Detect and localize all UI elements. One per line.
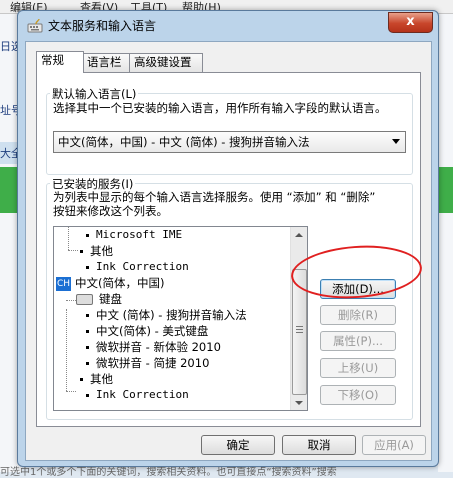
- tree-connector: [66, 391, 76, 392]
- grip-icon: [296, 332, 303, 333]
- tree-connector: [68, 250, 78, 251]
- keyboard-icon: [76, 294, 93, 305]
- move-up-button[interactable]: 上移(U): [320, 358, 396, 378]
- installed-services-tree[interactable]: Microsoft IME 其他 Ink Correction CH 中文(简体，…: [53, 226, 308, 411]
- tree-connector: [66, 309, 67, 391]
- title-bar[interactable]: 文本服务和输入语言 x: [18, 11, 438, 41]
- background-green-bar: [438, 167, 453, 213]
- default-language-description: 选择其中一个已安装的输入语言，用作所有输入字段的默认语言。: [53, 101, 387, 115]
- tree-item[interactable]: 中文 (简体) - 搜狗拼音输入法: [86, 307, 247, 323]
- tree-category[interactable]: 其他: [80, 371, 113, 387]
- default-language-select[interactable]: 中文(简体，中国) - 中文 (简体) - 搜狗拼音输入法: [53, 131, 406, 153]
- installed-services-description-line2: 按钮来修改这个列表。: [53, 204, 168, 218]
- cancel-button[interactable]: 取消: [282, 435, 356, 455]
- tree-category[interactable]: 其他: [80, 243, 113, 259]
- language-ch-icon: CH: [56, 276, 71, 291]
- text-services-dialog: 文本服务和输入语言 x 常规 语言栏 高级键设置 默认输入语言(L) 选择其中一…: [17, 10, 439, 467]
- properties-button[interactable]: 属性(P)...: [320, 331, 396, 351]
- scroll-down-icon[interactable]: [295, 401, 303, 405]
- background-right-panel: [438, 14, 453, 472]
- tab-language-bar[interactable]: 语言栏: [82, 53, 132, 72]
- tree-connector: [68, 227, 69, 250]
- scroll-up-icon[interactable]: [295, 233, 303, 237]
- tree-category[interactable]: 键盘: [76, 291, 122, 307]
- keyboard-app-icon: [27, 18, 43, 33]
- installed-services-description: 为列表中显示的每个输入语言选择服务。使用 “添加” 和 “删除”: [53, 190, 376, 204]
- grip-icon: [296, 329, 303, 330]
- tab-general[interactable]: 常规: [36, 51, 84, 73]
- tree-scrollbar[interactable]: [290, 227, 307, 410]
- apply-button[interactable]: 应用(A): [362, 435, 426, 455]
- remove-button[interactable]: 删除(R): [320, 305, 396, 325]
- tree-language[interactable]: CH 中文(简体，中国): [56, 275, 164, 291]
- move-down-button[interactable]: 下移(O): [320, 385, 396, 405]
- default-language-value: 中文(简体，中国) - 中文 (简体) - 搜狗拼音输入法: [58, 135, 310, 149]
- tree-connector: [66, 300, 76, 301]
- chevron-down-icon: [392, 139, 400, 144]
- tree-item[interactable]: 微软拼音 - 新体验 2010: [86, 339, 221, 355]
- close-button[interactable]: x: [388, 12, 433, 33]
- tree-item[interactable]: 微软拼音 - 简捷 2010: [86, 355, 209, 371]
- tree-item[interactable]: Microsoft IME: [86, 227, 182, 243]
- tree-item[interactable]: 中文(简体) - 美式键盘: [86, 323, 208, 339]
- tab-advanced-key-settings[interactable]: 高级键设置: [129, 53, 203, 72]
- grip-icon: [296, 326, 303, 327]
- default-language-label: 默认输入语言(L): [50, 86, 139, 102]
- tree-item[interactable]: Ink Correction: [86, 387, 189, 403]
- tree-item[interactable]: Ink Correction: [86, 259, 189, 275]
- ok-button[interactable]: 确定: [201, 435, 275, 455]
- dialog-title: 文本服务和输入语言: [48, 19, 157, 33]
